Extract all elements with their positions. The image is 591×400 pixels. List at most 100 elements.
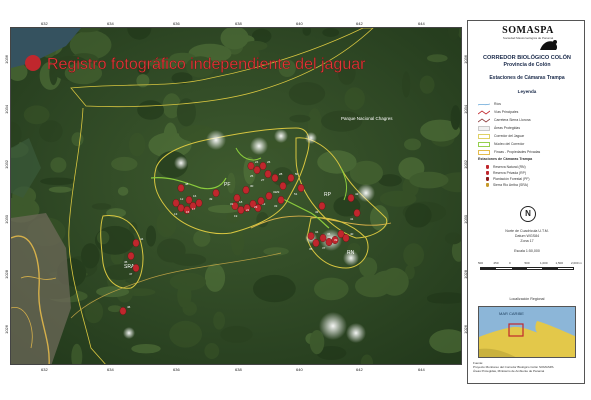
legend-item-label: Vías Principales — [494, 110, 519, 114]
y-tick-label: 1036 — [4, 55, 9, 64]
cloud — [206, 130, 226, 150]
x-tick-label: 640 — [296, 367, 303, 372]
scale-tick-label: 0 — [509, 261, 511, 265]
camera-station-marker[interactable] — [318, 201, 326, 210]
regional-location-map: MAR CARIBE — [478, 306, 576, 358]
camera-station-marker[interactable] — [325, 237, 333, 246]
legend-item-label: Carretera Sierra Llorona — [494, 118, 531, 122]
nucleus-legend-icon — [478, 141, 490, 147]
camera-number-label: 48 — [185, 182, 189, 186]
camera-legend-title: Estaciones de Cámaras Trampa — [478, 157, 533, 161]
camera-station-marker[interactable] — [297, 183, 305, 192]
camera-station-marker[interactable] — [127, 251, 135, 260]
scale-tick-label: 2,000 m — [571, 261, 582, 265]
zone-label-rp: RP — [324, 192, 332, 198]
corridor-legend-icon — [478, 133, 490, 139]
x-tick-label: 644 — [418, 21, 425, 26]
camera-legend-label: Sierra Rio Arriba (SRA) — [493, 182, 529, 187]
scale-tick-label: 250 — [493, 261, 499, 265]
camera-number-label: 25 — [250, 174, 254, 178]
camera-number-label: 24 — [255, 160, 259, 164]
camera-station-marker[interactable] — [212, 188, 220, 197]
river-legend-icon — [477, 102, 491, 107]
regional-title: Localización Regional — [509, 297, 545, 301]
camera-station-marker[interactable] — [233, 193, 241, 202]
legend-item-label: Áreas Protegidas — [494, 126, 521, 130]
camera-number-label: 41 — [350, 217, 354, 221]
camera-number-label: 23 — [254, 205, 258, 209]
satellite-map[interactable]: PF RP RN SRA Parque Nacional Chagres 12 1… — [10, 27, 462, 365]
cloud — [319, 312, 347, 340]
camera-station-marker[interactable] — [342, 233, 350, 242]
y-tick-label: 1028 — [4, 270, 9, 279]
camera-marker-icon — [486, 182, 489, 187]
y-tick-label: 1030 — [4, 215, 9, 224]
camera-station-marker[interactable] — [279, 181, 287, 190]
camera-legend-item: Sierra Rio Arriba (SRA) — [486, 182, 528, 187]
camera-station-marker[interactable] — [265, 191, 273, 200]
legend-panel: SOMASPA Sociedad Mastozoológica de Panam… — [467, 20, 585, 384]
road2-legend-icon — [477, 118, 491, 123]
x-tick-label: 632 — [41, 367, 48, 372]
title-bullet-icon — [25, 55, 41, 71]
camera-number-label: 30 — [250, 184, 254, 188]
camera-station-marker[interactable] — [185, 195, 193, 204]
scale-label: Escala 1:50,000 — [514, 249, 540, 253]
camera-station-marker[interactable] — [242, 185, 250, 194]
camera-number-label: 50 — [295, 172, 299, 176]
cloud — [305, 132, 317, 144]
x-tick-label: 640 — [296, 21, 303, 26]
camera-station-marker[interactable] — [247, 161, 255, 170]
camera-number-label: 28 — [279, 172, 283, 176]
camera-station-marker[interactable] — [347, 193, 355, 202]
camera-number-label: 35 — [309, 247, 313, 251]
camera-station-marker[interactable] — [271, 173, 279, 182]
camera-station-marker[interactable] — [195, 198, 203, 207]
camera-station-marker[interactable] — [319, 233, 327, 242]
camera-station-marker[interactable] — [307, 231, 315, 240]
camera-station-marker[interactable] — [177, 183, 185, 192]
cloud — [357, 184, 375, 202]
camera-station-marker[interactable] — [253, 165, 261, 174]
x-tick-label: 642 — [356, 367, 363, 372]
camera-station-marker[interactable] — [257, 196, 265, 205]
camera-number-label: 45 — [124, 260, 128, 264]
camera-number-label: 31 — [230, 202, 234, 206]
north-arrow-icon: N — [520, 206, 536, 222]
inset-map: MAR CARIBE — [479, 311, 575, 357]
legend-item-label: Fincas - Propiedades Privadas — [494, 150, 541, 154]
zone-label-rn: RN — [347, 250, 355, 256]
datum-label: Datum WGS84 — [514, 234, 540, 238]
camera-number-label: 19 — [234, 214, 238, 218]
camera-station-marker[interactable] — [353, 208, 361, 217]
legend-title: Leyenda — [517, 89, 537, 94]
camera-number-label: 44 — [140, 237, 144, 241]
camera-station-marker[interactable] — [259, 161, 267, 170]
camera-number-label: 13 — [174, 212, 178, 216]
camera-station-marker[interactable] — [132, 238, 140, 247]
legend-item: Fincas - Propiedades Privadas — [478, 149, 540, 155]
cloud — [274, 129, 288, 143]
x-tick-label: 638 — [235, 367, 242, 372]
legend-item: Núcleo del Corredor — [478, 141, 524, 147]
legend-item: Áreas Protegidas — [478, 125, 520, 131]
camera-station-marker[interactable] — [277, 195, 285, 204]
legend-item-label: Corredor del Jaguar — [494, 134, 525, 138]
camera-number-label: 43 — [315, 210, 319, 214]
camera-marker-icon — [486, 176, 489, 181]
camera-station-marker[interactable] — [132, 263, 140, 272]
camera-number-label: 27 — [261, 178, 265, 182]
jaguar-logo-icon — [540, 40, 558, 50]
camera-number-label: 29 — [276, 190, 280, 194]
camera-number-label: 42 — [355, 192, 359, 196]
scale-tick-label: 1,000 — [540, 261, 548, 265]
camera-station-marker[interactable] — [119, 307, 127, 316]
scale-bar — [480, 267, 574, 270]
camera-legend-item: Plantación Forestal (PF) — [486, 176, 530, 181]
camera-station-marker[interactable] — [264, 169, 272, 178]
camera-legend-label: Reserva Natural (RN) — [493, 164, 526, 169]
camera-station-marker[interactable] — [312, 238, 320, 247]
camera-station-marker[interactable] — [287, 173, 295, 182]
camera-station-marker[interactable] — [237, 205, 245, 214]
camera-station-marker[interactable] — [177, 203, 185, 212]
